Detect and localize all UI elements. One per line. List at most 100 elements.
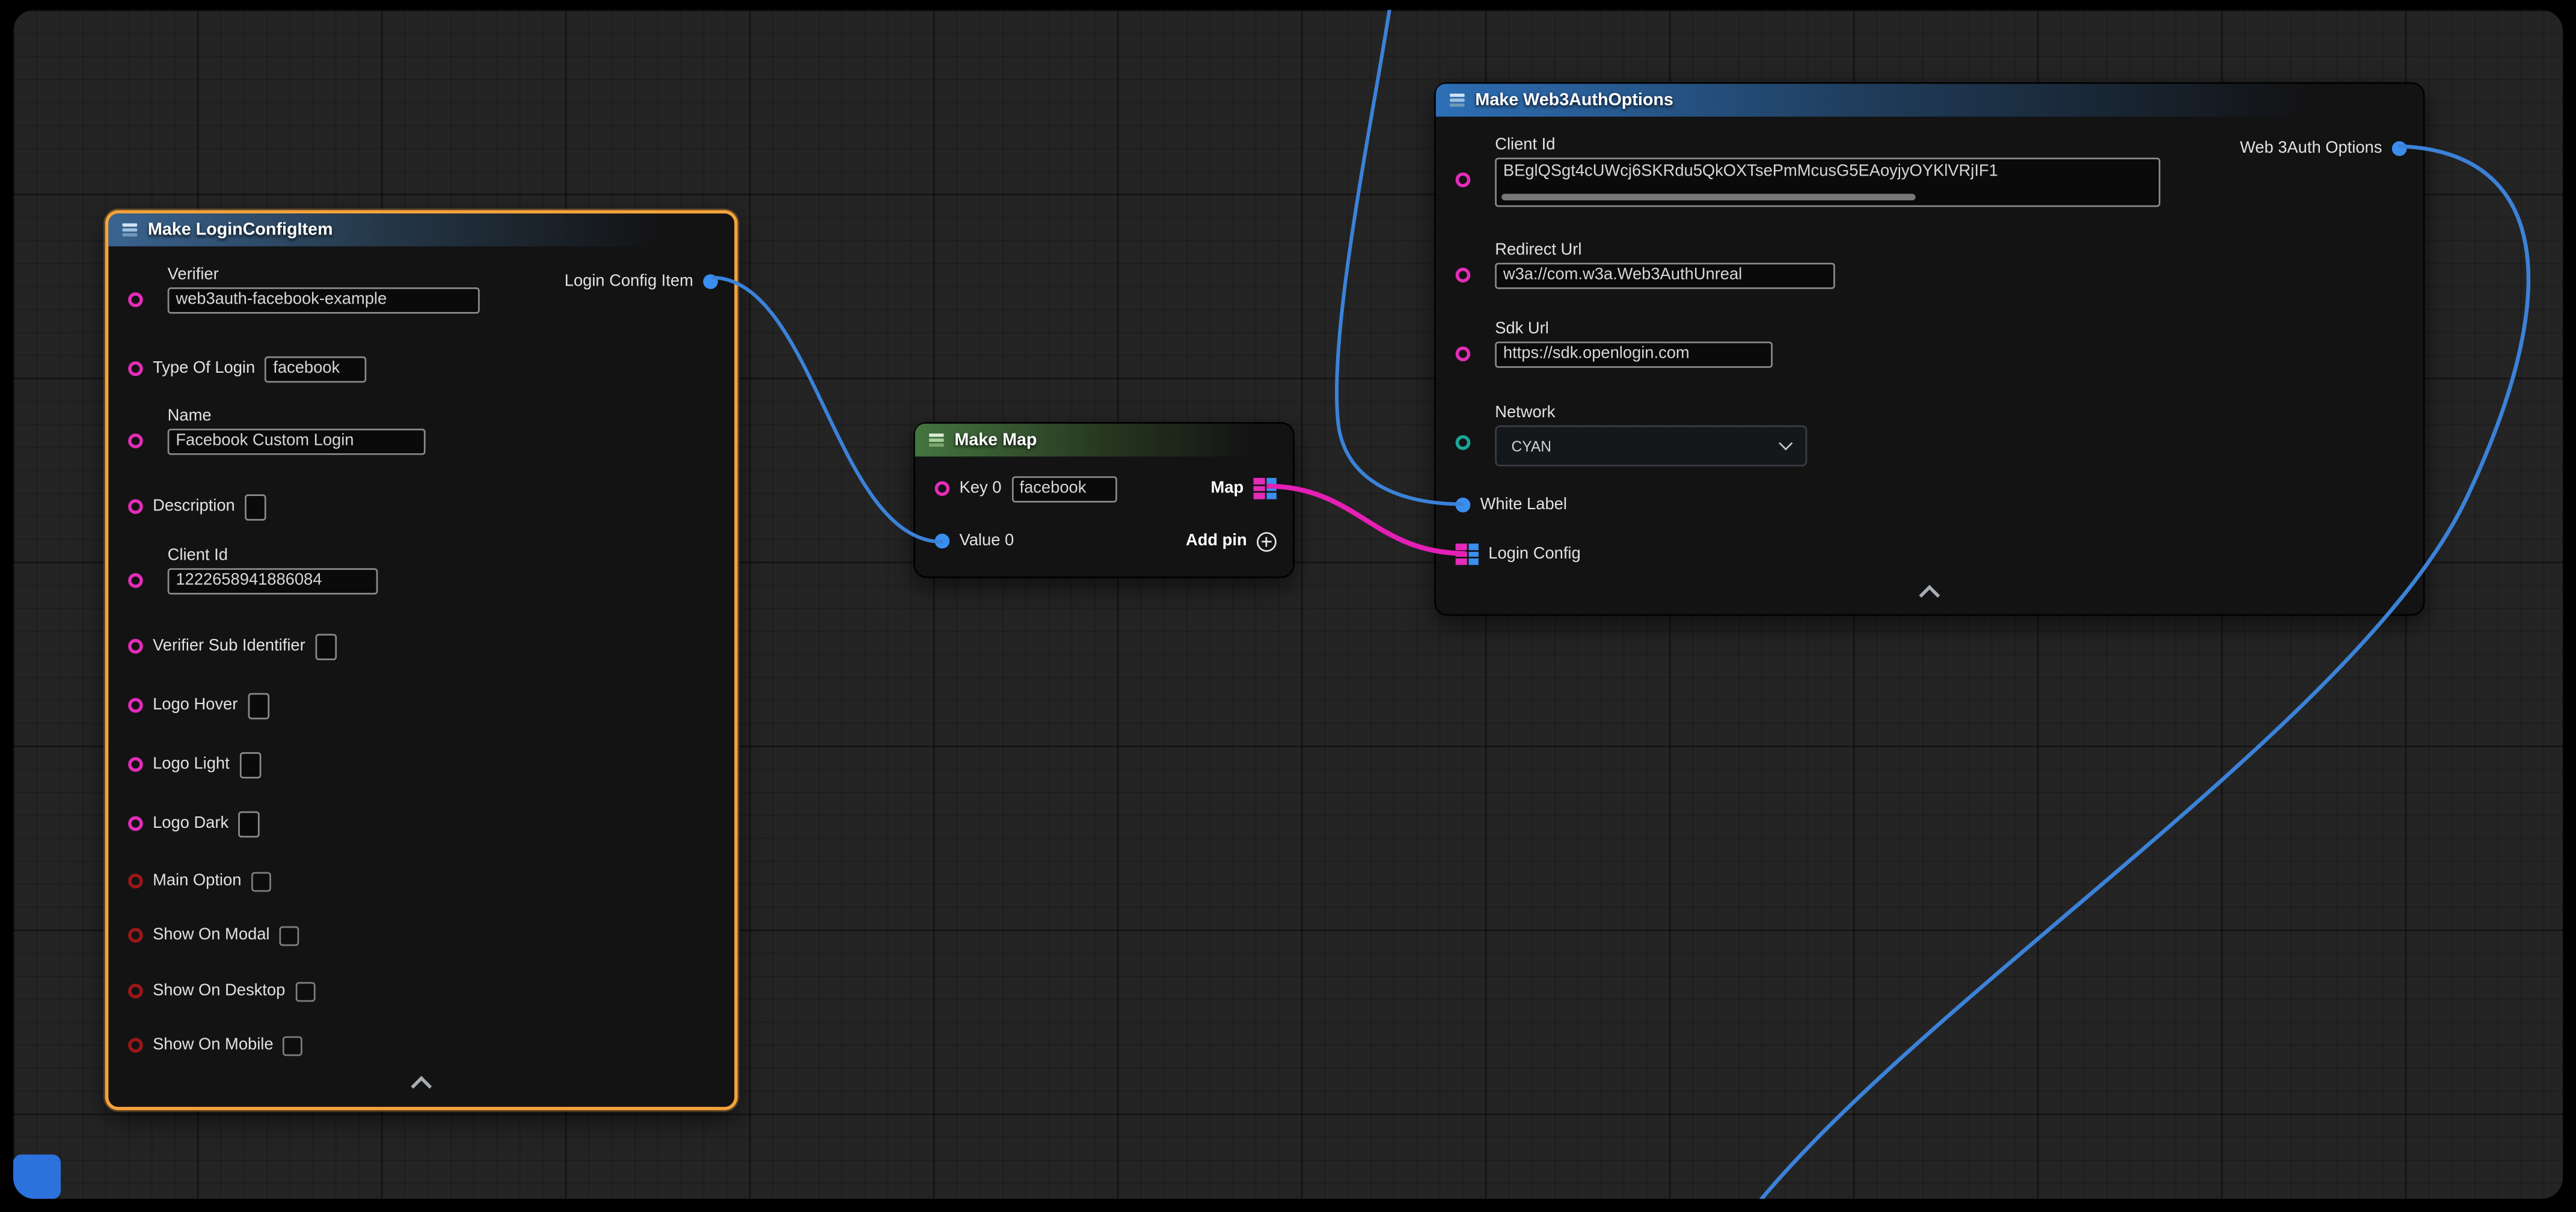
- pin-row-white-label: White Label: [1456, 493, 1567, 518]
- pin-row-show-on-modal: Show On Modal: [128, 921, 299, 949]
- pin-label: Redirect Url: [1495, 242, 2406, 260]
- type-of-login-input[interactable]: facebook: [265, 355, 367, 382]
- node-make-map[interactable]: Make Map Key 0 facebook Map Value 0 Add …: [913, 422, 1295, 578]
- verifier-pin[interactable]: [128, 292, 143, 307]
- pin-label: Sdk Url: [1495, 320, 2406, 338]
- logo-dark-pin[interactable]: [128, 816, 143, 831]
- pin-row-sdk-url: Sdk Url https://sdk.openlogin.com: [1456, 320, 2407, 368]
- sdk-url-pin[interactable]: [1456, 346, 1471, 361]
- redirect-url-input[interactable]: w3a://com.w3a.Web3AuthUnreal: [1495, 263, 1835, 289]
- output-row-map: Map: [1211, 474, 1277, 502]
- node-title: Make Map: [954, 430, 1037, 450]
- name-pin[interactable]: [128, 433, 143, 448]
- pin-row-client-id: Client Id 1222658941886084: [128, 547, 718, 595]
- pin-label: Description: [153, 498, 235, 516]
- sdk-url-input[interactable]: https://sdk.openlogin.com: [1495, 341, 1773, 368]
- add-pin-button[interactable]: Add pin: [1186, 529, 1277, 554]
- pin-label: Show On Modal: [153, 926, 269, 944]
- collapse-node-button[interactable]: [108, 1074, 734, 1094]
- logo-hover-pin[interactable]: [128, 698, 143, 713]
- value-0-pin[interactable]: [935, 534, 950, 549]
- main-option-pin[interactable]: [128, 874, 143, 889]
- logo-light-input[interactable]: [239, 751, 261, 778]
- pin-row-show-on-mobile: Show On Mobile: [128, 1032, 303, 1059]
- pin-label: White Label: [1480, 496, 1567, 514]
- pin-label: Client Id: [168, 547, 718, 565]
- description-input[interactable]: [245, 494, 266, 520]
- verifier-sub-identifier-pin[interactable]: [128, 639, 143, 654]
- node-header-make-loginconfigitem[interactable]: Make LoginConfigItem: [108, 213, 734, 246]
- main-option-checkbox[interactable]: [251, 871, 271, 891]
- show-on-desktop-checkbox[interactable]: [295, 981, 315, 1001]
- struct-icon: [1447, 90, 1467, 110]
- pin-row-client-id: Client Id BEglQSgt4cUWcj6SKRdu5QkOXTsePm…: [1456, 136, 2407, 207]
- name-input[interactable]: Facebook Custom Login: [168, 429, 426, 455]
- node-header-make-web3authoptions[interactable]: Make Web3AuthOptions: [1436, 84, 2423, 117]
- client-id-input[interactable]: BEglQSgt4cUWcj6SKRdu5QkOXTsePmMcusG5EAoy…: [1495, 158, 2160, 207]
- client-id-pin[interactable]: [1456, 173, 1471, 188]
- pin-row-logo-dark: Logo Dark: [128, 810, 260, 837]
- input-scrollbar[interactable]: [1501, 194, 1915, 200]
- top-window-notch: [772, 0, 1301, 10]
- network-pin[interactable]: [1456, 435, 1471, 450]
- output-pin-label: Map: [1211, 480, 1244, 498]
- pin-label: Logo Light: [153, 756, 230, 774]
- show-on-modal-pin[interactable]: [128, 928, 143, 943]
- node-header-make-map[interactable]: Make Map: [915, 424, 1293, 457]
- add-pin-label: Add pin: [1186, 532, 1247, 550]
- pin-label: Verifier Sub Identifier: [153, 637, 305, 655]
- node-title: Make Web3AuthOptions: [1475, 90, 1673, 110]
- pin-label: Login Config: [1488, 545, 1580, 563]
- network-selected-value: CYAN: [1512, 438, 1552, 454]
- redirect-url-pin[interactable]: [1456, 268, 1471, 283]
- pin-label: Type Of Login: [153, 360, 255, 378]
- client-id-text: BEglQSgt4cUWcj6SKRdu5QkOXTsePmMcusG5EAoy…: [1503, 162, 1998, 180]
- pin-row-network: Network CYAN: [1456, 404, 2407, 467]
- show-on-desktop-pin[interactable]: [128, 984, 143, 999]
- key-0-input[interactable]: facebook: [1011, 476, 1117, 502]
- pin-row-type-of-login: Type Of Login facebook: [128, 355, 367, 382]
- pin-row-verifier: Verifier web3auth-facebook-example: [128, 266, 718, 314]
- node-make-loginconfigitem[interactable]: Make LoginConfigItem Login Config Item V…: [105, 210, 738, 1110]
- pin-label: Main Option: [153, 872, 241, 890]
- graph-canvas[interactable]: Make LoginConfigItem Login Config Item V…: [13, 10, 2563, 1199]
- pin-row-verifier-sub-identifier: Verifier Sub Identifier: [128, 632, 337, 660]
- map-output-pin[interactable]: [1254, 479, 1277, 498]
- logo-dark-input[interactable]: [239, 810, 260, 837]
- pin-row-name: Name Facebook Custom Login: [128, 407, 718, 454]
- description-pin[interactable]: [128, 499, 143, 514]
- show-on-modal-checkbox[interactable]: [280, 925, 299, 945]
- logo-light-pin[interactable]: [128, 757, 143, 772]
- show-on-mobile-checkbox[interactable]: [283, 1035, 303, 1055]
- node-title: Make LoginConfigItem: [148, 220, 333, 240]
- pin-label: Value 0: [960, 532, 1014, 550]
- pin-row-logo-hover: Logo Hover: [128, 691, 269, 719]
- white-label-pin[interactable]: [1456, 498, 1471, 513]
- node-make-web3authoptions[interactable]: Make Web3AuthOptions Web 3Auth Options C…: [1434, 82, 2424, 616]
- pin-label: Client Id: [1495, 136, 2406, 155]
- pin-label: Logo Hover: [153, 696, 238, 714]
- pin-row-login-config: Login Config: [1456, 542, 1581, 566]
- verifier-sub-identifier-input[interactable]: [315, 633, 337, 660]
- pin-row-value-0: Value 0: [935, 529, 1014, 554]
- client-id-pin[interactable]: [128, 573, 143, 588]
- key-0-pin[interactable]: [935, 481, 950, 496]
- blueprint-editor: Make LoginConfigItem Login Config Item V…: [0, 0, 2576, 1212]
- wire-login-config-item-to-value-0[interactable]: [711, 278, 943, 542]
- pin-row-description: Description: [128, 493, 266, 521]
- network-dropdown[interactable]: CYAN: [1495, 426, 1807, 467]
- struct-icon: [120, 220, 140, 240]
- logo-hover-input[interactable]: [248, 692, 269, 718]
- pin-label: Verifier: [168, 266, 718, 284]
- type-of-login-pin[interactable]: [128, 361, 143, 376]
- show-on-mobile-pin[interactable]: [128, 1038, 143, 1053]
- verifier-input[interactable]: web3auth-facebook-example: [168, 287, 480, 314]
- client-id-input[interactable]: 1222658941886084: [168, 568, 378, 595]
- pin-label: Logo Dark: [153, 815, 228, 833]
- bottom-left-accent: [13, 1154, 61, 1199]
- pin-row-logo-light: Logo Light: [128, 750, 261, 778]
- pin-label: Show On Mobile: [153, 1036, 273, 1054]
- login-config-pin[interactable]: [1456, 544, 1479, 564]
- collapse-node-button[interactable]: [1436, 583, 2423, 603]
- pin-row-show-on-desktop: Show On Desktop: [128, 977, 314, 1005]
